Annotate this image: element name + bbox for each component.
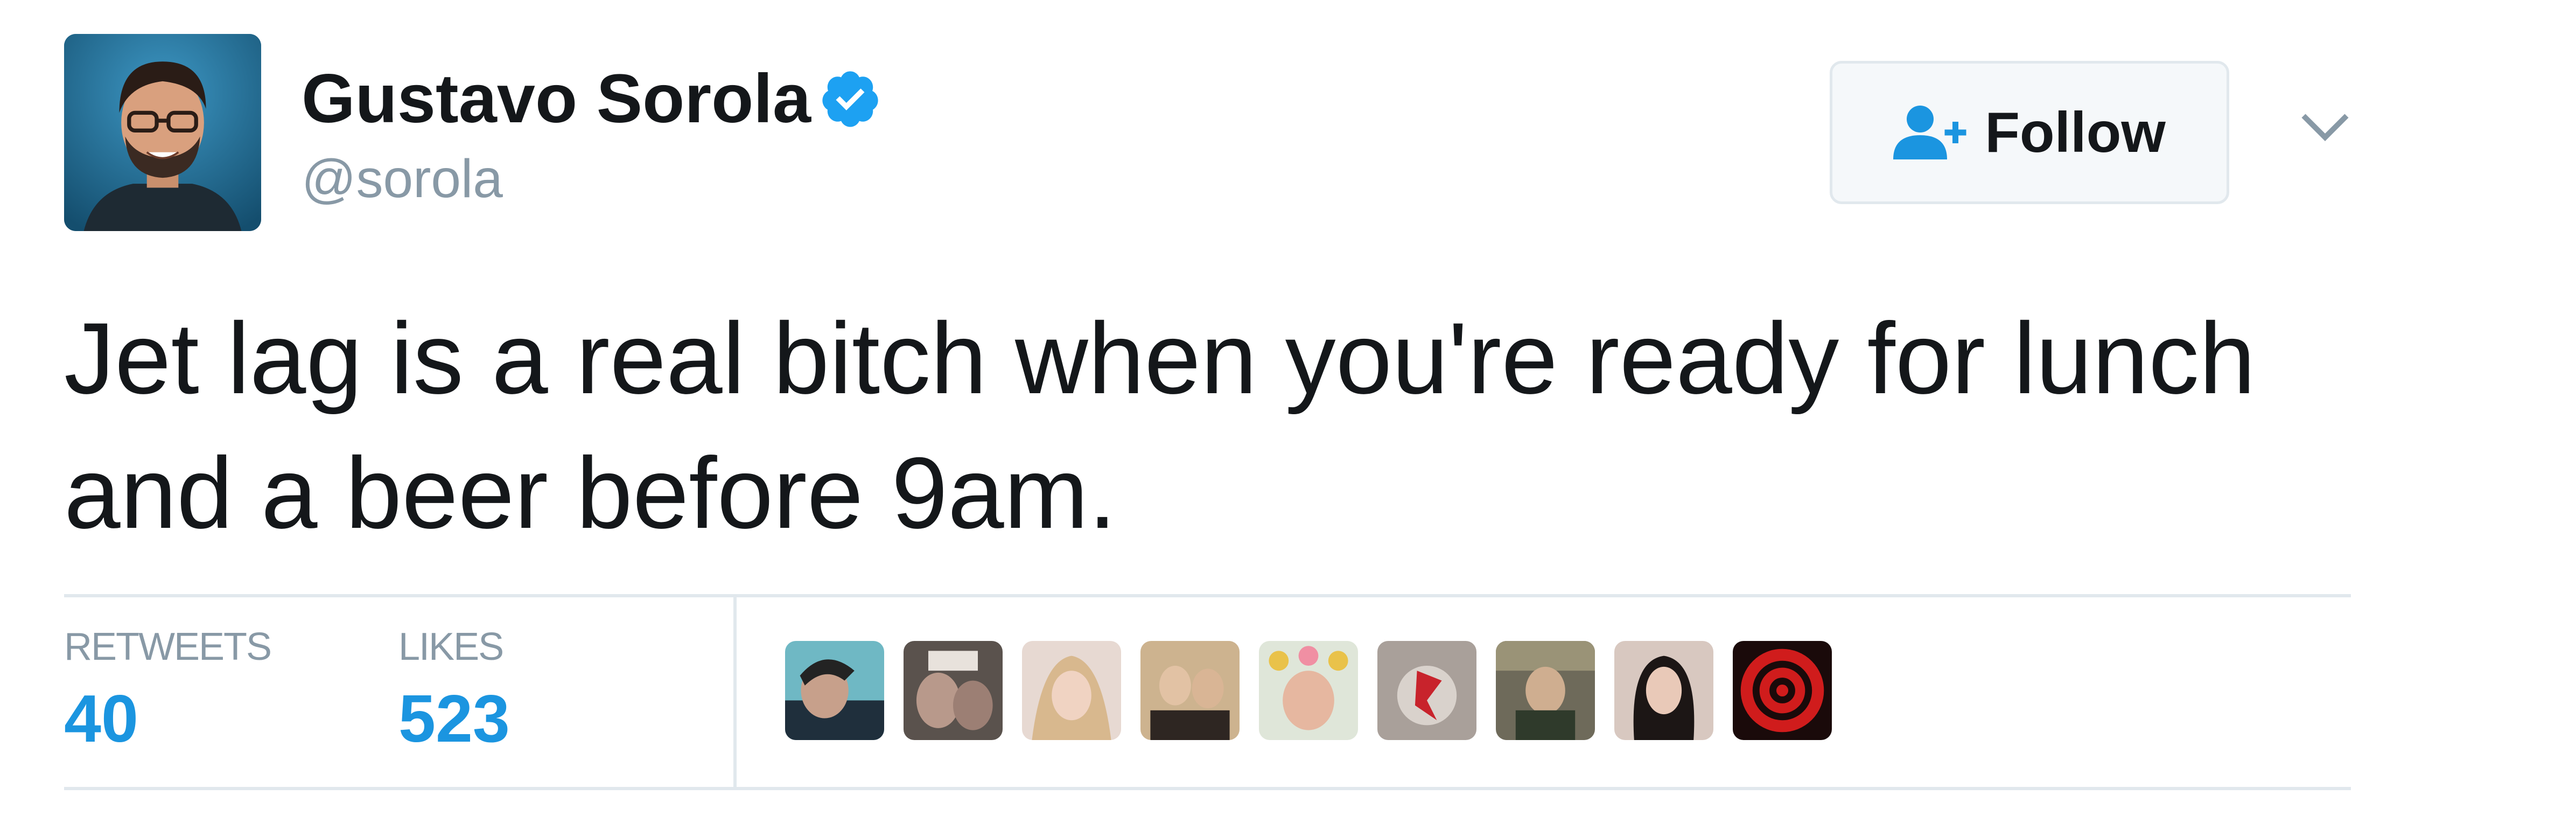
retweets-label: RETWEETS [64, 625, 272, 668]
liker-avatar[interactable] [904, 641, 1003, 740]
tweet-text-line: Jet lag is a real bitch when you're read… [64, 302, 2256, 415]
likes-count: 523 [398, 682, 510, 756]
follow-button-label: Follow [1985, 100, 2166, 164]
display-name-text[interactable]: Gustavo Sorola [302, 65, 811, 134]
liker-avatar[interactable] [1377, 641, 1476, 740]
display-name[interactable]: Gustavo Sorola [302, 65, 882, 134]
liker-avatar[interactable] [1496, 641, 1595, 740]
divider [64, 787, 2351, 790]
liker-avatar[interactable] [1259, 641, 1358, 740]
likes-label: LIKES [398, 625, 504, 668]
likes-stat[interactable]: LIKES 523 [398, 627, 510, 752]
divider [733, 597, 737, 787]
likers-avatar-row [785, 641, 1832, 740]
verified-badge-icon [818, 67, 882, 131]
liker-avatar[interactable] [1140, 641, 1240, 740]
profile-avatar[interactable] [64, 34, 261, 231]
user-handle[interactable]: @sorola [302, 152, 503, 206]
follow-button[interactable]: Follow [1830, 61, 2229, 204]
liker-avatar[interactable] [1614, 641, 1713, 740]
follow-user-plus-icon [1893, 103, 1969, 162]
retweets-count: 40 [64, 682, 138, 756]
retweets-stat[interactable]: RETWEETS 40 [64, 625, 272, 756]
tweet-text-line: and a beer before 9am. [64, 436, 1117, 549]
liker-avatar[interactable] [1022, 641, 1121, 740]
liker-avatar[interactable] [1733, 641, 1832, 740]
liker-avatar[interactable] [785, 641, 884, 740]
tweet-text: Jet lag is a real bitch when you're read… [64, 291, 2433, 560]
divider [64, 594, 2351, 597]
chevron-down-icon[interactable] [2298, 105, 2352, 148]
